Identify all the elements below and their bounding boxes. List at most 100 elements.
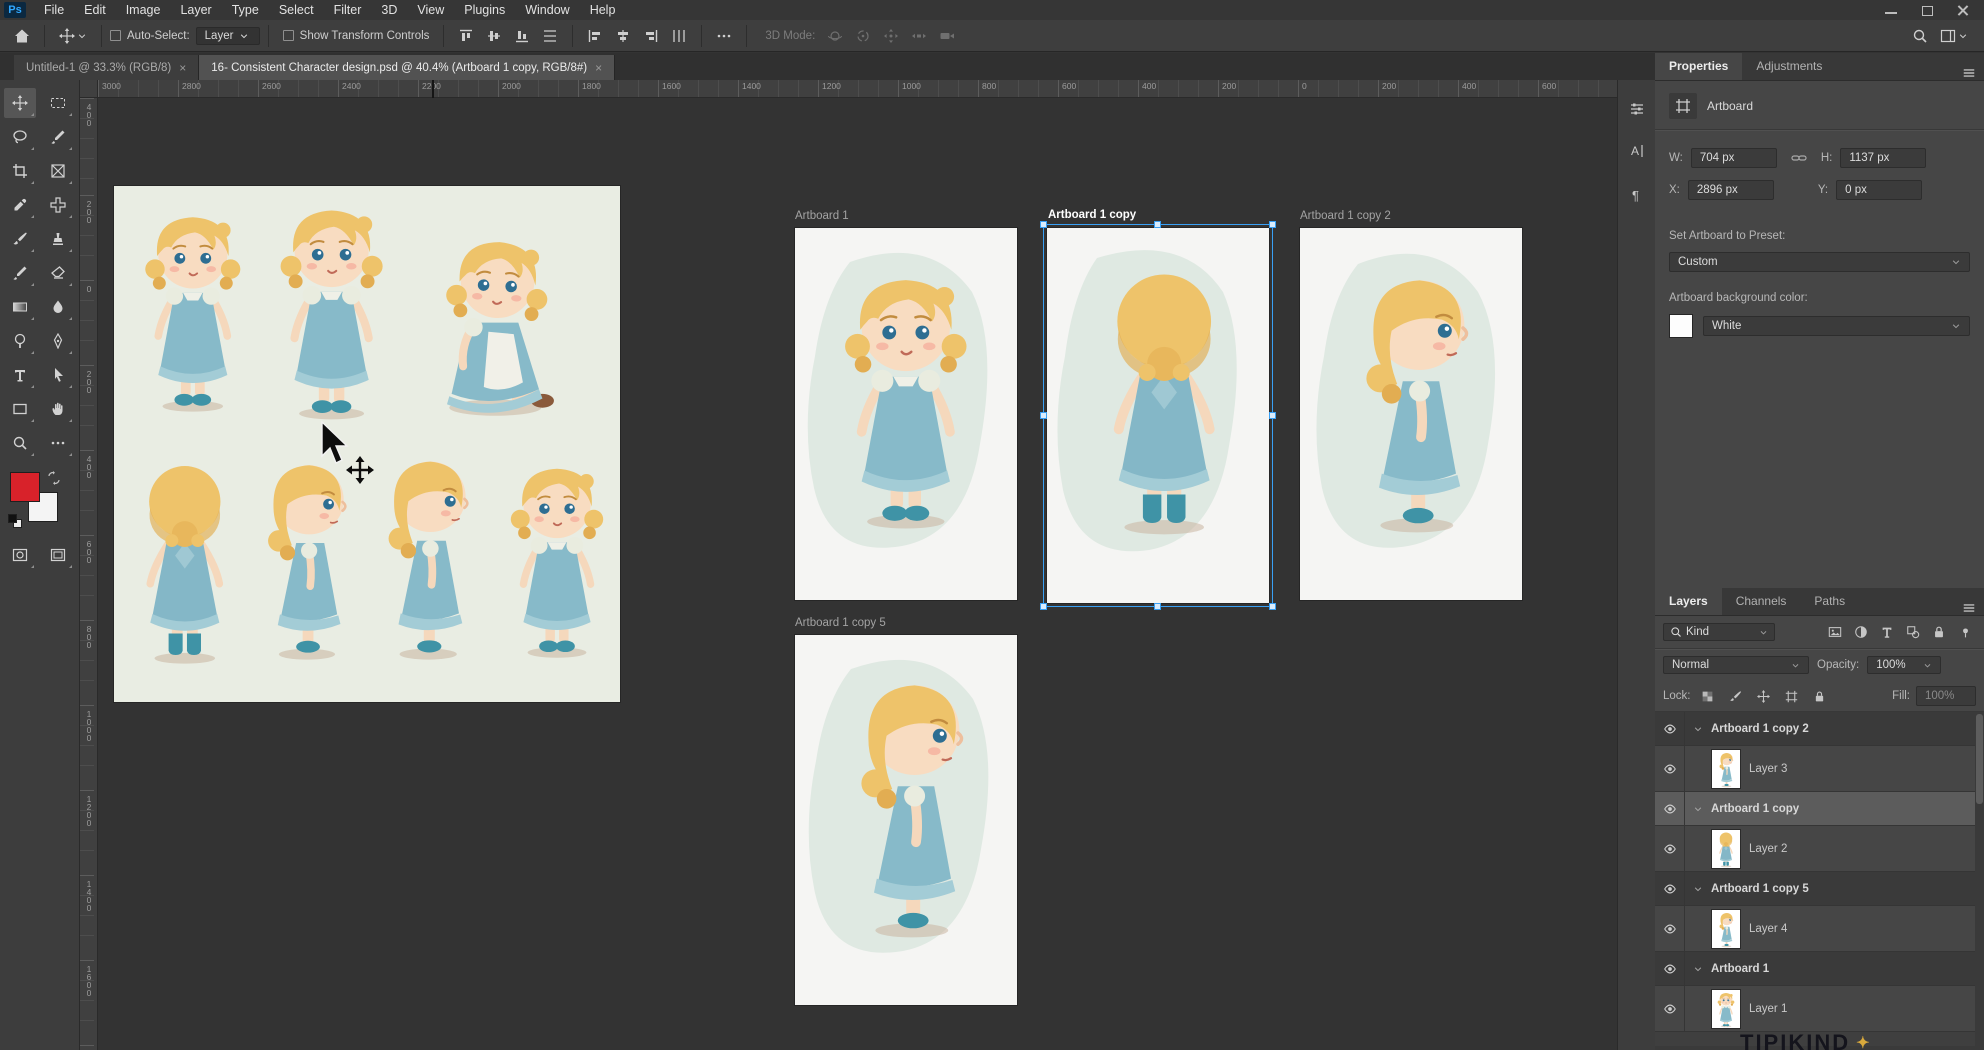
visibility-eye-icon[interactable] [1655,952,1685,985]
distribute-vertical-icon[interactable] [536,25,564,47]
layer-thumbnail[interactable] [1711,989,1741,1029]
minimize-icon[interactable] [1884,4,1898,16]
lock-image-pixels-icon[interactable] [1725,686,1747,706]
lock-artboard-nesting-icon[interactable] [1781,686,1803,706]
layer-thumbnail[interactable] [1711,909,1741,949]
menu-select[interactable]: Select [269,1,324,19]
workspace-switcher-icon[interactable] [1934,25,1974,47]
tab-properties[interactable]: Properties [1655,53,1742,80]
selection-handle[interactable] [1154,603,1161,610]
tab-adjustments[interactable]: Adjustments [1742,53,1836,80]
character-panel-icon[interactable] [1625,139,1649,163]
artboard-bg-color-dropdown[interactable]: White [1703,316,1970,336]
layer-row-layer-3[interactable]: Layer 3 [1655,746,1984,792]
object-selection-tool[interactable] [42,122,74,152]
move-tool[interactable] [4,88,36,118]
y-position-field[interactable]: 0 px [1836,180,1922,200]
menu-window[interactable]: Window [515,1,579,19]
visibility-eye-icon[interactable] [1655,986,1685,1031]
layer-row-artboard-1-copy-2[interactable]: Artboard 1 copy 2 [1655,712,1984,746]
horizontal-ruler[interactable]: 3000 2800 2600 2400 2200 2000 1800 1600 … [98,80,1617,98]
screen-mode-icon[interactable] [42,540,74,570]
menu-file[interactable]: File [34,1,74,19]
filter-type-layers-icon[interactable] [1876,622,1898,642]
selection-handle[interactable] [1269,412,1276,419]
align-bottom-icon[interactable] [508,25,536,47]
height-field[interactable]: 1137 px [1840,148,1926,168]
marquee-tool[interactable] [42,88,74,118]
frame-tool[interactable] [42,156,74,186]
align-center-icon[interactable] [609,25,637,47]
search-icon[interactable] [1906,25,1934,47]
layers-scrollbar[interactable] [1975,712,1984,1046]
tab-paths[interactable]: Paths [1800,588,1859,615]
layer-thumbnail[interactable] [1711,749,1741,789]
visibility-eye-icon[interactable] [1655,712,1685,745]
pen-tool[interactable] [42,326,74,356]
menu-view[interactable]: View [407,1,454,19]
panel-menu-icon[interactable] [1962,66,1976,80]
eraser-tool[interactable] [42,258,74,288]
artboard-label-1-copy[interactable]: Artboard 1 copy [1048,209,1136,225]
menu-help[interactable]: Help [580,1,626,19]
close-icon[interactable] [1956,4,1970,16]
layer-thumbnail[interactable] [1711,829,1741,869]
selection-handle[interactable] [1040,221,1047,228]
filter-smart-objects-icon[interactable] [1928,622,1950,642]
gradient-tool[interactable] [4,292,36,322]
layer-row-layer-2[interactable]: Layer 2 [1655,826,1984,872]
home-icon[interactable] [8,25,36,47]
mixer-brush-tool[interactable] [4,258,36,288]
filter-adjustment-layers-icon[interactable] [1850,622,1872,642]
hand-tool[interactable] [42,394,74,424]
tab-channels[interactable]: Channels [1722,588,1801,615]
visibility-eye-icon[interactable] [1655,792,1685,825]
artboard-label-1-copy-2[interactable]: Artboard 1 copy 2 [1300,210,1391,226]
align-right-icon[interactable] [637,25,665,47]
menu-type[interactable]: Type [222,1,269,19]
visibility-eye-icon[interactable] [1655,746,1685,791]
align-left-icon[interactable] [581,25,609,47]
brush-settings-panel-icon[interactable] [1625,97,1649,121]
visibility-eye-icon[interactable] [1655,826,1685,871]
menu-edit[interactable]: Edit [74,1,116,19]
layer-filter-kind-dropdown[interactable]: Kind [1663,623,1775,641]
menu-plugins[interactable]: Plugins [454,1,515,19]
lock-transparent-pixels-icon[interactable] [1697,686,1719,706]
eyedropper-tool[interactable] [4,190,36,220]
layer-row-artboard-1[interactable]: Artboard 1 [1655,952,1984,986]
type-tool[interactable] [4,360,36,390]
visibility-eye-icon[interactable] [1655,906,1685,951]
artboard-preset-dropdown[interactable]: Custom [1669,252,1970,272]
menu-3d[interactable]: 3D [371,1,407,19]
lock-position-icon[interactable] [1753,686,1775,706]
scrollbar-thumb[interactable] [1976,714,1983,804]
tab-close-icon[interactable]: × [179,61,186,75]
visibility-eye-icon[interactable] [1655,872,1685,905]
menu-image[interactable]: Image [116,1,171,19]
more-align-options-icon[interactable] [710,25,738,47]
opacity-dropdown[interactable]: 100% [1867,656,1941,674]
selection-handle[interactable] [1269,603,1276,610]
chevron-down-icon[interactable] [1693,884,1703,894]
filter-toggle-icon[interactable] [1954,622,1976,642]
lock-all-icon[interactable] [1809,686,1831,706]
blend-mode-dropdown[interactable]: Normal [1663,656,1809,674]
auto-select-dropdown[interactable]: Layer [196,27,260,45]
more-tools-icon[interactable] [42,428,74,458]
foreground-color-swatch[interactable] [10,472,40,502]
lasso-tool[interactable] [4,122,36,152]
tab-layers[interactable]: Layers [1655,588,1722,615]
selection-handle[interactable] [1040,412,1047,419]
distribute-horizontal-icon[interactable] [665,25,693,47]
layer-row-layer-1[interactable]: Layer 1 [1655,986,1984,1032]
clone-stamp-tool[interactable] [42,224,74,254]
brush-tool[interactable] [4,224,36,254]
link-dimensions-icon[interactable] [1791,150,1807,166]
crop-tool[interactable] [4,156,36,186]
selection-handle[interactable] [1269,221,1276,228]
rectangle-tool[interactable] [4,394,36,424]
restore-icon[interactable] [1920,4,1934,16]
auto-select-checkbox[interactable] [110,30,121,41]
quick-mask-icon[interactable] [4,540,36,570]
